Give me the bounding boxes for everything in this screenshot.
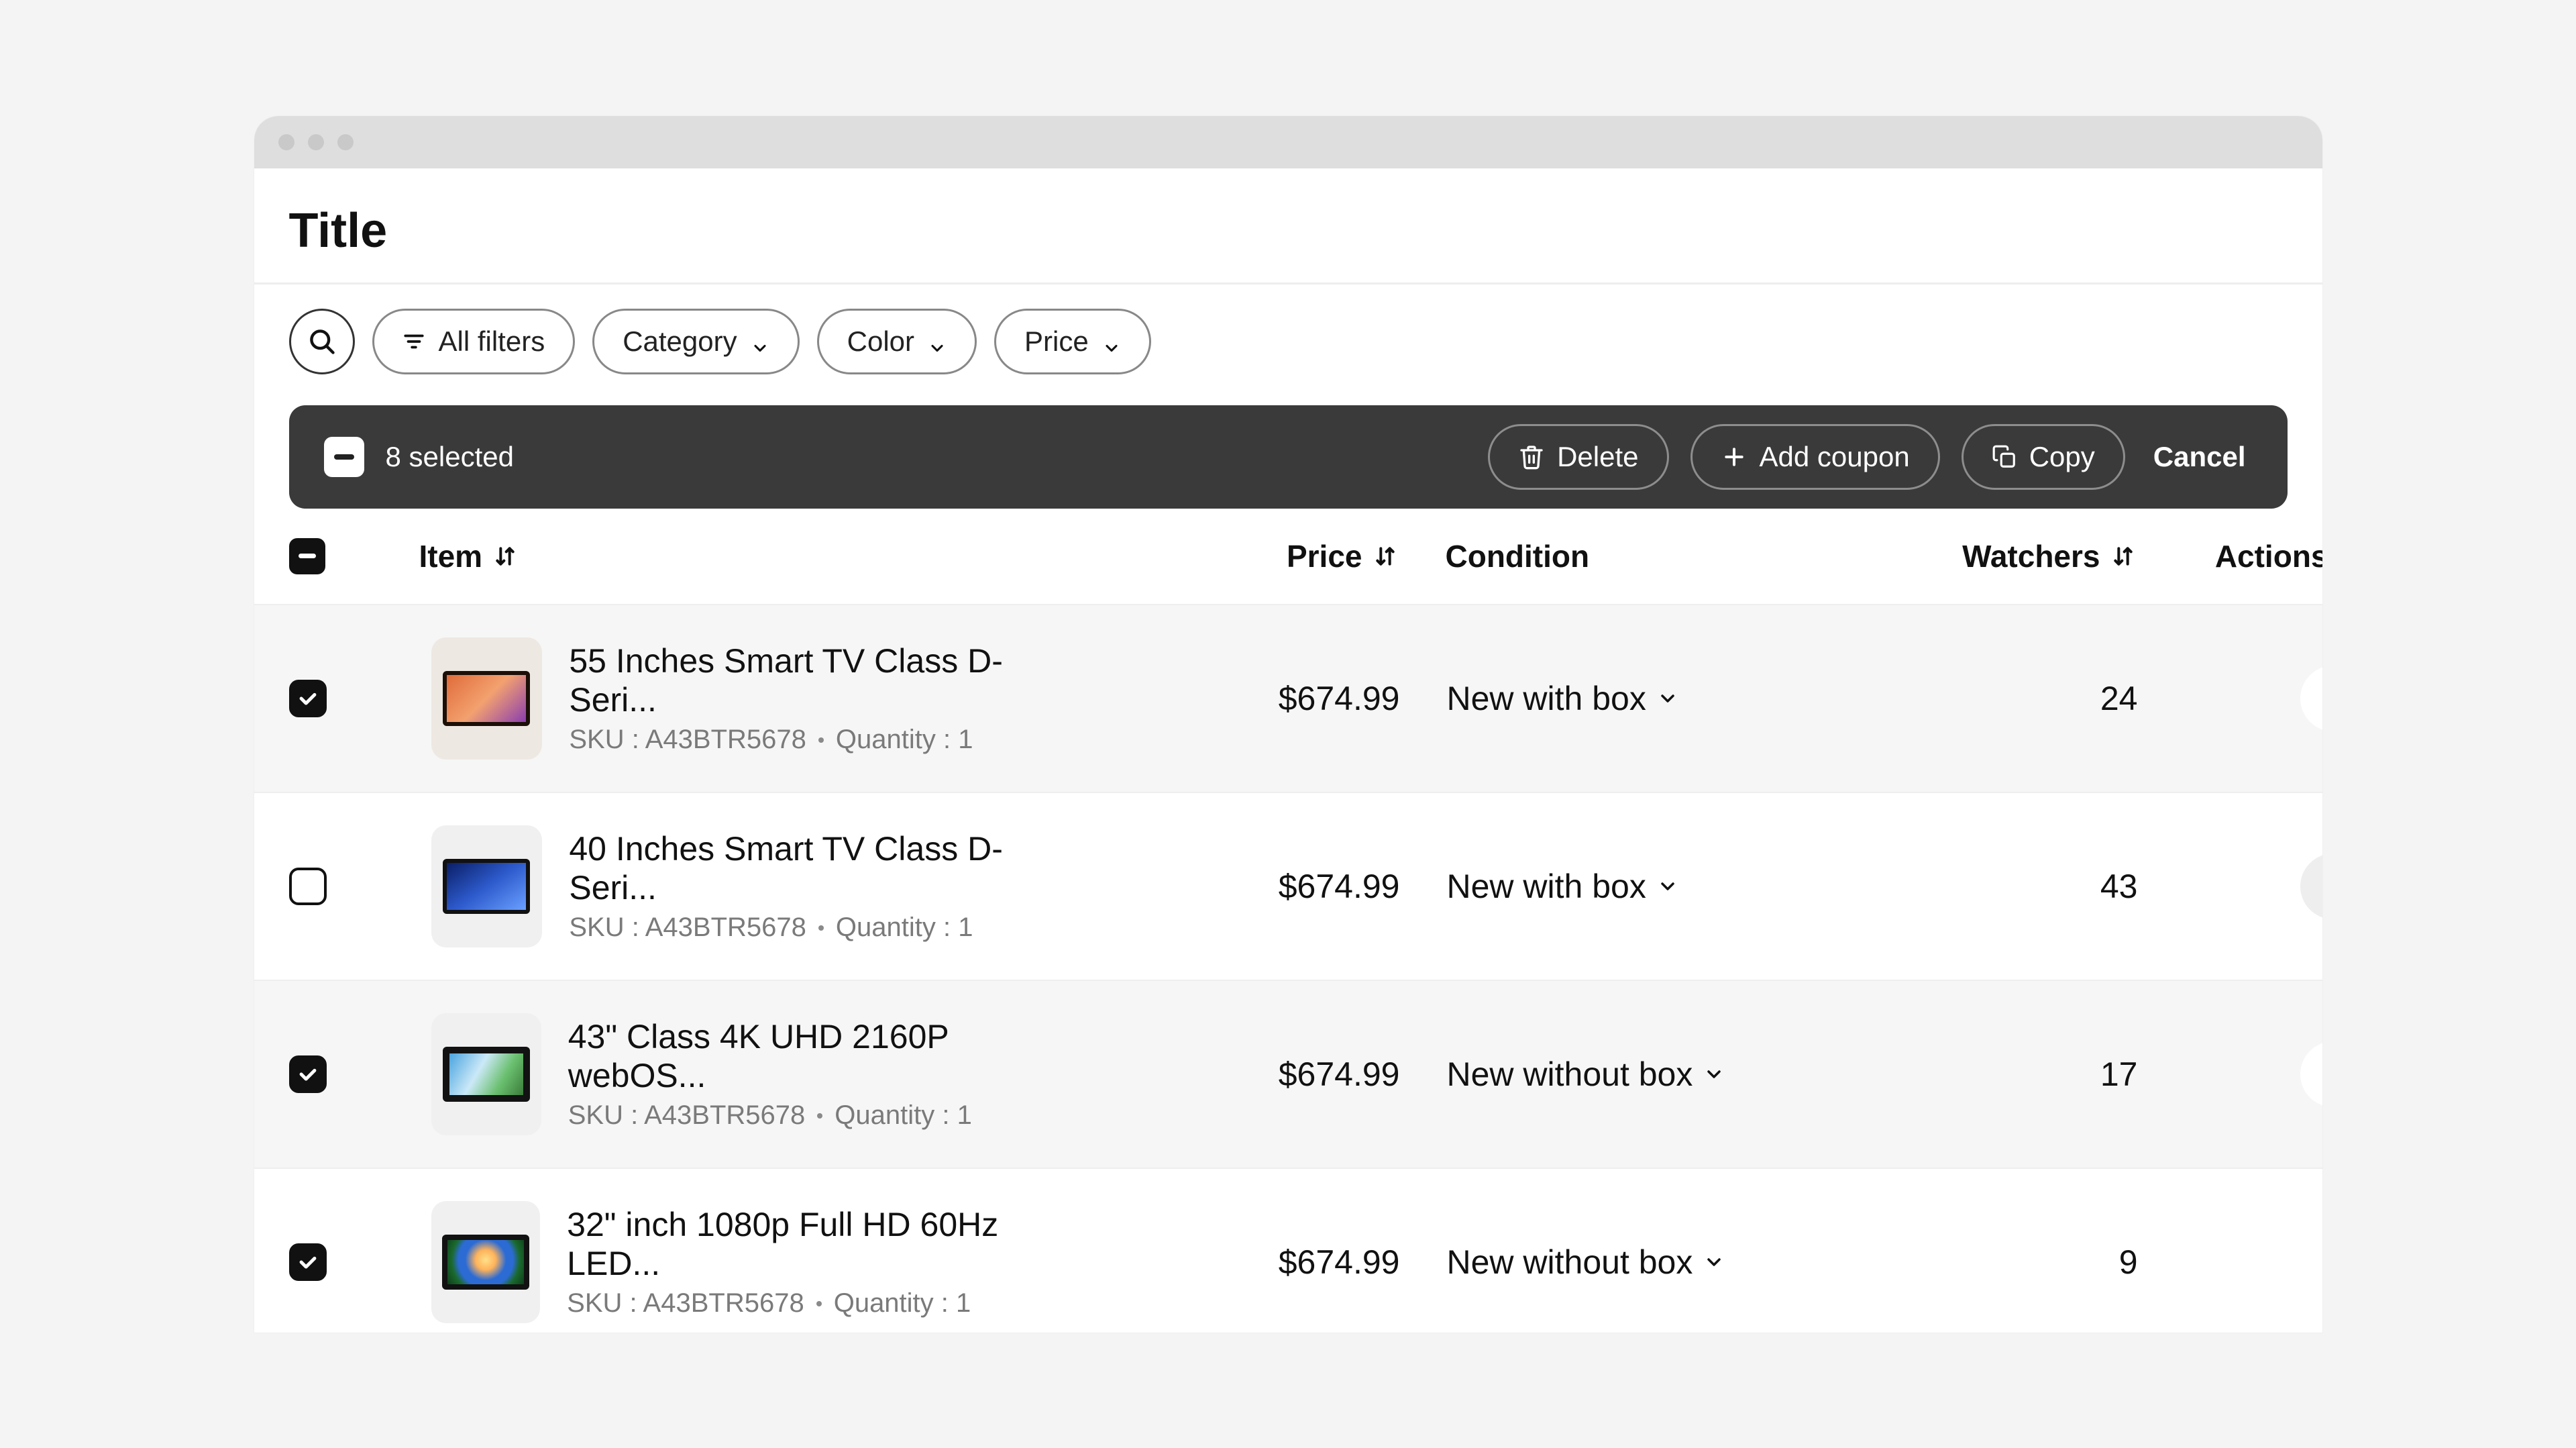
condition-select[interactable]: New with box [1447,679,1678,718]
trash-icon [1518,444,1545,470]
column-condition: Condition [1446,538,1590,574]
price-filter[interactable]: Price [994,309,1151,374]
row-checkbox[interactable] [289,680,327,717]
search-icon [307,327,337,356]
chevron-down-icon [1657,876,1678,897]
item-thumbnail [431,825,543,947]
add-coupon-button[interactable]: Add coupon [1690,424,1940,490]
bulk-select-indeterminate[interactable] [324,437,364,477]
column-price[interactable]: Price [1287,538,1399,574]
sort-icon [492,543,519,570]
item-name: 55 Inches Smart TV Class D-Seri... [569,641,1044,719]
row-actions-menu[interactable] [2300,854,2322,919]
price-filter-label: Price [1024,325,1089,358]
item-name: 40 Inches Smart TV Class D-Seri... [569,829,1044,907]
selection-count: 8 selected [386,441,514,473]
filter-icon [402,330,425,353]
condition-select[interactable]: New without box [1447,1243,1725,1282]
filter-bar: All filters Category Color Price [254,285,2322,399]
condition-select[interactable]: New with box [1447,867,1678,906]
item-meta: SKU : A43BTR5678 Quantity : 1 [569,725,1044,755]
item-meta: SKU : A43BTR5678 Quantity : 1 [569,913,1044,943]
watchers-count: 9 [2119,1243,2138,1281]
add-coupon-label: Add coupon [1760,441,1910,473]
chevron-down-icon [1703,1251,1725,1273]
search-button[interactable] [289,309,355,374]
item-name: 32" inch 1080p Full HD 60Hz LED... [567,1205,1044,1283]
item-thumbnail [431,1201,541,1323]
watchers-count: 43 [2100,868,2138,905]
category-filter-label: Category [623,325,737,358]
window-control-minimize[interactable] [308,134,324,150]
select-all-checkbox[interactable] [289,538,325,574]
item-price: $674.99 [1279,1243,1400,1281]
color-filter[interactable]: Color [817,309,977,374]
item-price: $674.99 [1279,680,1400,717]
sort-icon [2110,543,2137,570]
table-row[interactable]: 32" inch 1080p Full HD 60Hz LED... SKU :… [254,1169,2322,1333]
item-price: $674.99 [1279,1055,1400,1093]
plus-icon [1721,444,1748,470]
window-control-close[interactable] [278,134,294,150]
item-meta: SKU : A43BTR5678 Quantity : 1 [567,1288,1044,1318]
watchers-count: 17 [2100,1055,2138,1093]
copy-label: Copy [2029,441,2095,473]
app-window: Title All filters Category Color Price [254,116,2322,1333]
window-titlebar [254,116,2322,168]
item-meta: SKU : A43BTR5678 Quantity : 1 [568,1100,1044,1131]
color-filter-label: Color [847,325,914,358]
item-thumbnail [431,1013,541,1135]
copy-icon [1992,444,2017,470]
row-checkbox[interactable] [289,868,327,905]
row-actions-menu[interactable] [2300,1229,2322,1295]
delete-button[interactable]: Delete [1488,424,1668,490]
all-filters-label: All filters [439,325,545,358]
column-item[interactable]: Item [419,538,519,574]
item-thumbnail [431,637,543,760]
chevron-down-icon [751,332,769,351]
column-actions[interactable]: Actions [2215,538,2322,574]
row-checkbox[interactable] [289,1055,327,1093]
cancel-button[interactable]: Cancel [2147,441,2253,473]
page-title: Title [254,203,2322,285]
table-row[interactable]: 40 Inches Smart TV Class D-Seri... SKU :… [254,793,2322,981]
chevron-down-icon [1657,688,1678,709]
row-actions-menu[interactable] [2300,666,2322,731]
window-control-zoom[interactable] [337,134,354,150]
item-price: $674.99 [1279,868,1400,905]
all-filters-button[interactable]: All filters [372,309,576,374]
item-name: 43" Class 4K UHD 2160P webOS... [568,1017,1044,1095]
bulk-action-bar: 8 selected Delete Add coupon Copy Cancel [289,405,2288,509]
sort-icon [1372,543,1399,570]
column-watchers[interactable]: Watchers [1962,538,2136,574]
condition-select[interactable]: New without box [1447,1055,1725,1094]
watchers-count: 24 [2100,680,2138,717]
delete-label: Delete [1557,441,1638,473]
row-checkbox[interactable] [289,1243,327,1281]
row-actions-menu[interactable] [2300,1041,2322,1107]
chevron-down-icon [1102,332,1121,351]
table-row[interactable]: 55 Inches Smart TV Class D-Seri... SKU :… [254,605,2322,793]
table-header: Item Price Condition Watchers Actions [254,509,2322,605]
page-content: Title All filters Category Color Price [254,168,2322,1333]
table-row[interactable]: 43" Class 4K UHD 2160P webOS... SKU : A4… [254,981,2322,1169]
chevron-down-icon [1703,1064,1725,1085]
chevron-down-icon [928,332,947,351]
category-filter[interactable]: Category [592,309,799,374]
items-table: Item Price Condition Watchers Actions 55… [254,509,2322,1333]
copy-button[interactable]: Copy [1962,424,2125,490]
